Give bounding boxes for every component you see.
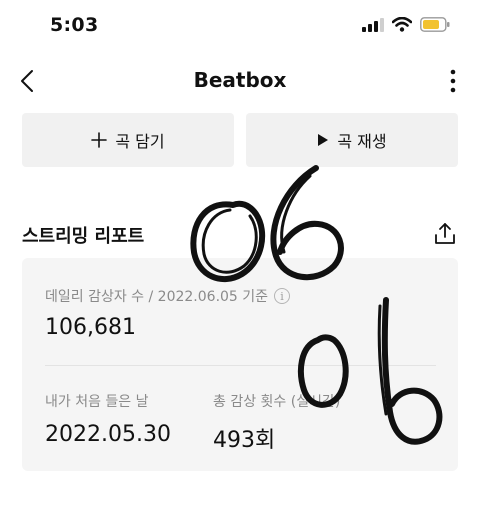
status-bar: 5:03 xyxy=(0,0,480,52)
battery-icon xyxy=(420,17,450,32)
streaming-report-title: 스트리밍 리포트 xyxy=(22,226,145,247)
daily-listeners-label-row: 데일리 감상자 수 / 2022.06.05 기준 i xyxy=(45,286,291,306)
card-divider xyxy=(45,365,436,366)
plus-icon xyxy=(91,132,108,148)
play-song-button[interactable]: 곡 재생 xyxy=(246,113,458,167)
info-icon[interactable]: i xyxy=(274,288,291,304)
total-plays-label: 총 감상 횟수 (실시간) xyxy=(213,394,341,410)
play-icon xyxy=(318,134,329,146)
nav-bar: Beatbox xyxy=(0,56,480,106)
daily-listeners-label: 데일리 감상자 수 / 2022.06.05 기준 xyxy=(45,289,269,305)
share-icon xyxy=(435,223,455,244)
status-time: 5:03 xyxy=(50,14,99,36)
action-row: 곡 담기 곡 재생 xyxy=(22,113,458,167)
streaming-report-card: 데일리 감상자 수 / 2022.06.05 기준 i 106,681 내가 처… xyxy=(22,258,458,471)
share-button[interactable] xyxy=(432,221,458,247)
first-listened-label: 내가 처음 들은 날 xyxy=(45,394,149,410)
more-options-button[interactable] xyxy=(440,66,466,96)
total-plays-value: 493회 xyxy=(213,428,276,453)
cellular-signal-icon xyxy=(362,17,384,32)
first-listened-value: 2022.05.30 xyxy=(45,422,171,447)
daily-listeners-value: 106,681 xyxy=(45,315,136,340)
add-song-button[interactable]: 곡 담기 xyxy=(22,113,234,167)
play-song-label: 곡 재생 xyxy=(337,132,387,151)
wifi-icon xyxy=(392,17,412,32)
status-icons xyxy=(362,17,450,32)
add-song-label: 곡 담기 xyxy=(115,132,165,151)
more-vertical-icon xyxy=(450,69,456,93)
page-title: Beatbox xyxy=(193,68,287,92)
